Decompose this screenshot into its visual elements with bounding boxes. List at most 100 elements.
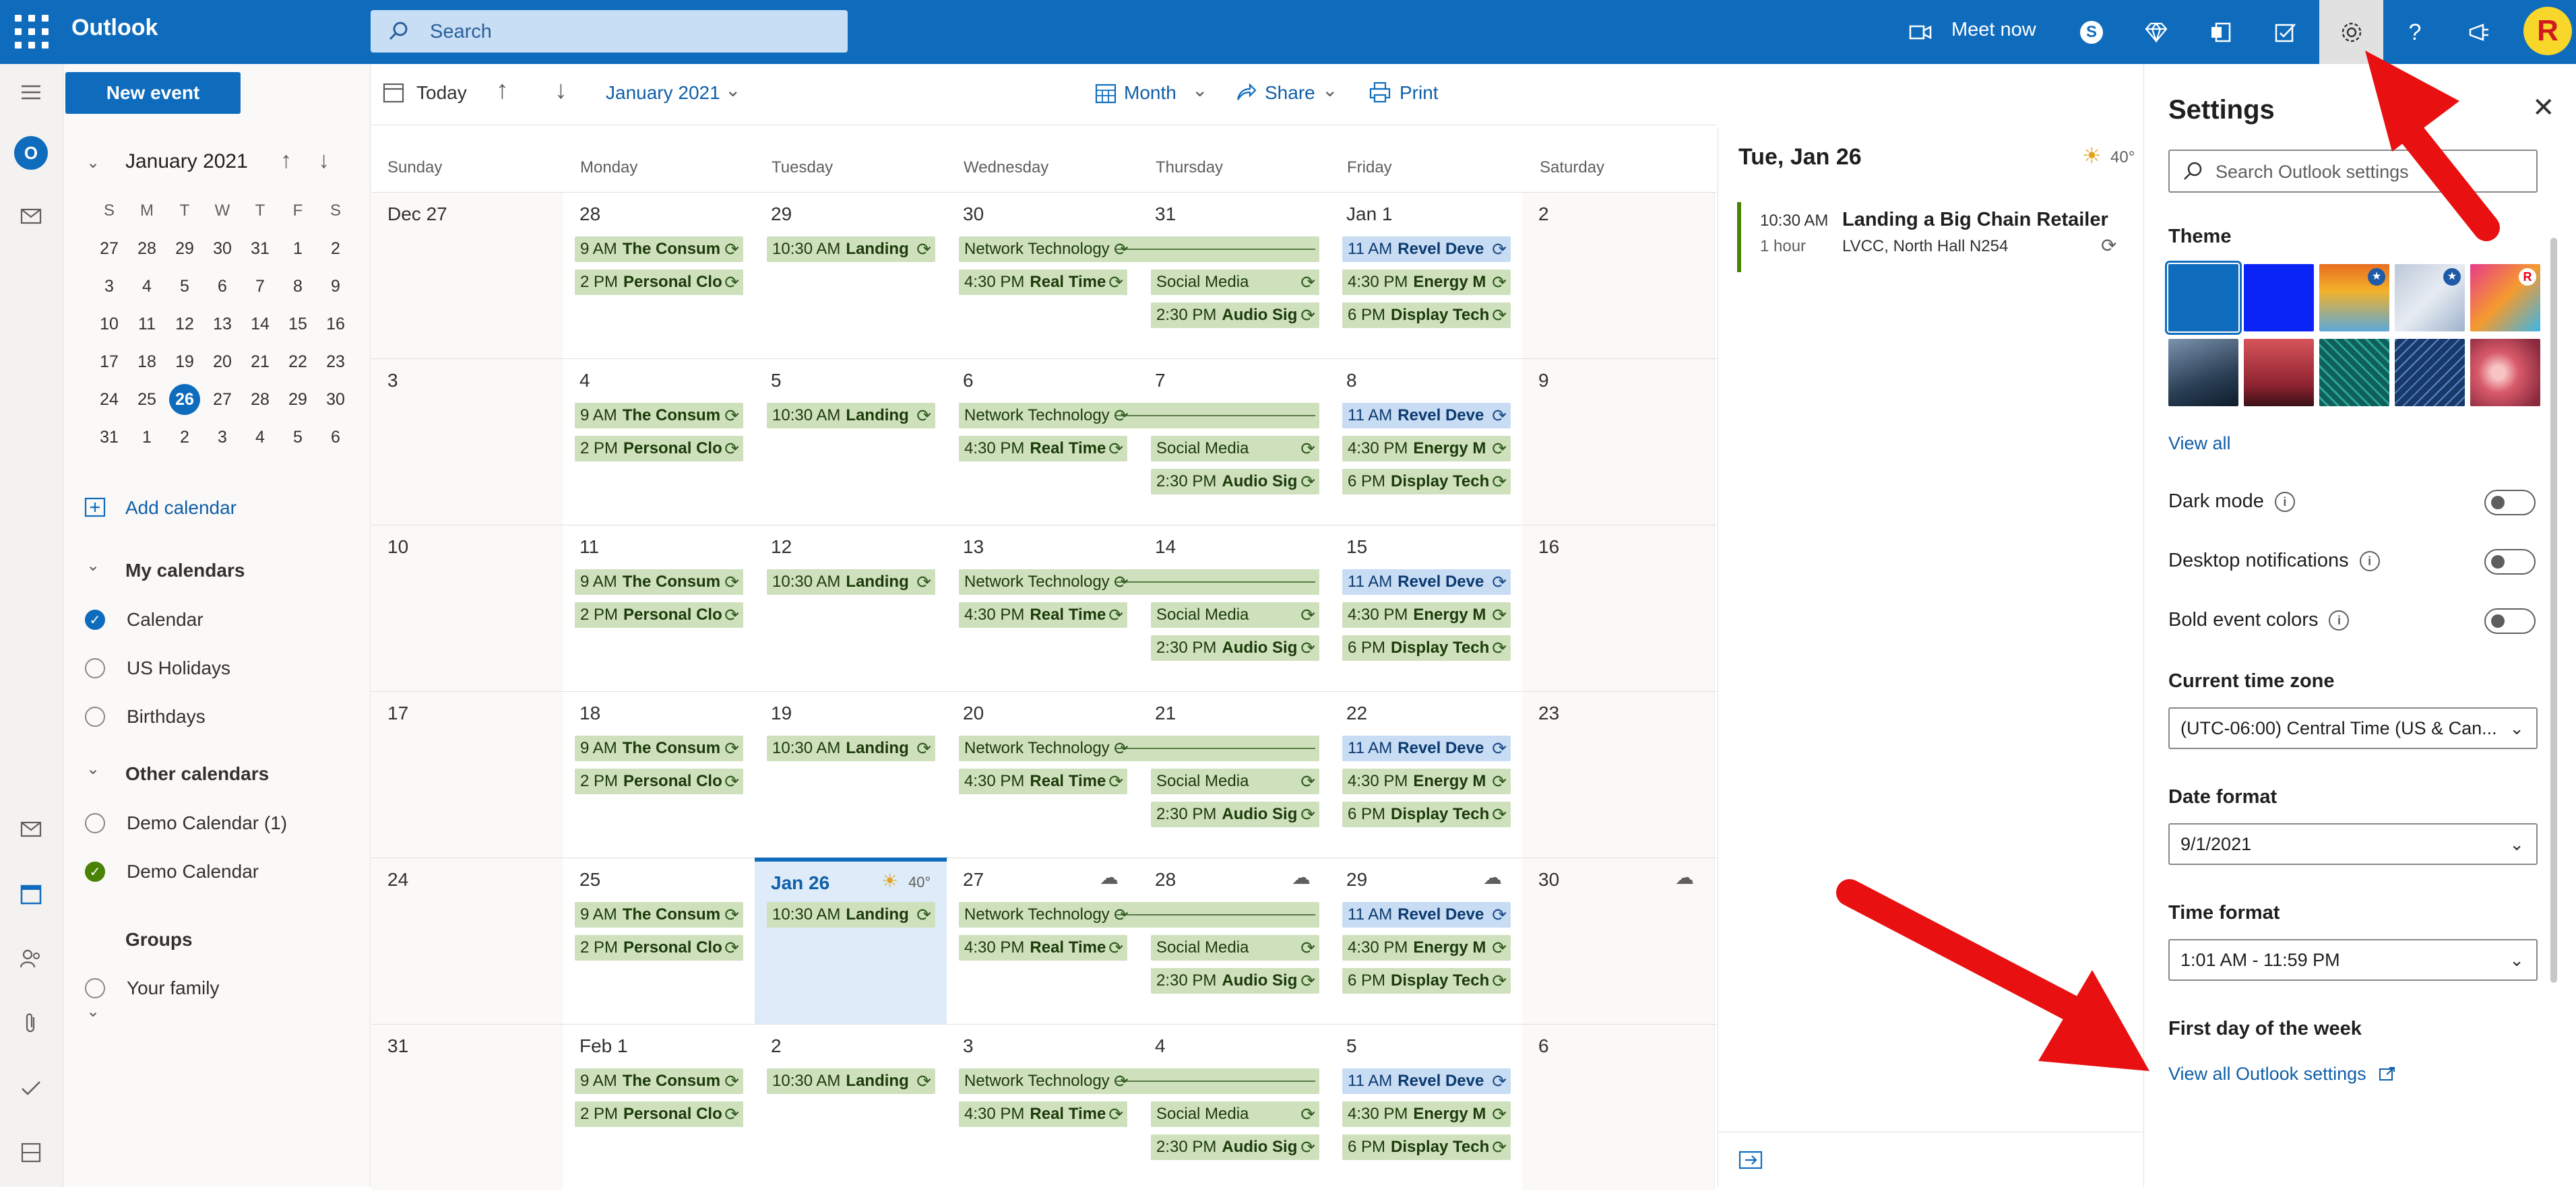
mini-calendar-day[interactable]: 31 [241, 239, 279, 259]
mini-calendar-day[interactable]: 26 [166, 384, 203, 415]
share-icon[interactable] [1235, 82, 1257, 102]
day-cell[interactable]: 23 [1522, 692, 1715, 858]
event-energy-m[interactable]: 4:30 PM Energy M ⟳ [1342, 935, 1511, 961]
mini-calendar-day[interactable]: 16 [317, 315, 354, 334]
theme-swatch-mountain[interactable] [2168, 339, 2238, 406]
mini-calendar-day[interactable]: 20 [203, 352, 241, 372]
event-landing[interactable]: 10:30 AM Landing ⟳ [767, 403, 935, 428]
attachment-icon[interactable] [13, 1006, 49, 1041]
event-display-tech[interactable]: 6 PM Display Tech ⟳ [1342, 469, 1511, 494]
feedback-megaphone-icon[interactable] [2461, 13, 2499, 51]
settings-scrollbar[interactable] [2550, 238, 2557, 983]
diamond-icon[interactable] [2137, 13, 2175, 51]
event-social-media[interactable]: Social Media ⟳ [1151, 269, 1319, 295]
day-cell[interactable]: 29 [755, 193, 947, 358]
day-cell[interactable]: 2 [1522, 193, 1715, 358]
dark-mode-toggle[interactable] [2484, 490, 2536, 515]
event-real-time[interactable]: 4:30 PM Real Time ⟳ [959, 436, 1127, 461]
mini-calendar-day[interactable]: 10 [90, 315, 128, 334]
mini-calendar-day[interactable]: 6 [317, 428, 354, 447]
event-landing[interactable]: 10:30 AM Landing ⟳ [767, 569, 935, 595]
settings-search-input[interactable]: Search Outlook settings [2168, 150, 2538, 193]
event-landing[interactable]: 10:30 AM Landing ⟳ [767, 236, 935, 262]
event-audio-sig[interactable]: 2:30 PM Audio Sig ⟳ [1151, 802, 1319, 827]
close-icon[interactable]: ✕ [2532, 92, 2555, 123]
event-energy-m[interactable]: 4:30 PM Energy M ⟳ [1342, 769, 1511, 794]
mini-calendar-day[interactable]: 9 [317, 277, 354, 296]
event-personal-clo[interactable]: 2 PM Personal Clo ⟳ [575, 769, 743, 794]
day-cell[interactable]: 12 [755, 525, 947, 691]
calendar-item-us-holidays[interactable]: US Holidays [85, 655, 230, 682]
unchecked-circle-icon[interactable] [85, 813, 105, 833]
calendar-item-birthdays[interactable]: Birthdays [85, 703, 206, 730]
chevron-down-icon[interactable]: ⌄ [1322, 79, 1338, 101]
event-network-technology[interactable]: Network Technology ⟳ [959, 736, 1319, 761]
mini-calendar-day[interactable]: 29 [279, 390, 317, 410]
time-zone-dropdown[interactable]: (UTC-06:00) Central Time (US & Can... ⌄ [2168, 707, 2538, 749]
add-calendar-link[interactable]: Add calendar [125, 497, 237, 519]
event-real-time[interactable]: 4:30 PM Real Time ⟳ [959, 769, 1127, 794]
print-icon[interactable] [1369, 81, 1391, 104]
day-cell[interactable]: 2 [755, 1025, 947, 1190]
skype-icon[interactable]: S [2073, 13, 2110, 51]
event-display-tech[interactable]: 6 PM Display Tech ⟳ [1342, 968, 1511, 994]
event-real-time[interactable]: 4:30 PM Real Time ⟳ [959, 1101, 1127, 1127]
mini-calendar-day[interactable]: 5 [279, 428, 317, 447]
event-revel-deve[interactable]: 11 AM Revel Deve ⟳ [1342, 403, 1511, 428]
event-display-tech[interactable]: 6 PM Display Tech ⟳ [1342, 635, 1511, 661]
theme-swatch-rainbow[interactable]: R [2470, 264, 2540, 331]
event-network-technology[interactable]: Network Technology ⟳ [959, 902, 1319, 928]
mini-calendar-day[interactable]: 25 [128, 390, 166, 410]
event-energy-m[interactable]: 4:30 PM Energy M ⟳ [1342, 436, 1511, 461]
event-network-technology[interactable]: Network Technology ⟳ [959, 569, 1319, 595]
my-calendars-header[interactable]: My calendars [125, 560, 245, 581]
mini-prev-arrow-icon[interactable]: ↑ [280, 148, 292, 174]
event-social-media[interactable]: Social Media ⟳ [1151, 602, 1319, 628]
event-display-tech[interactable]: 6 PM Display Tech ⟳ [1342, 302, 1511, 328]
event-real-time[interactable]: 4:30 PM Real Time ⟳ [959, 935, 1127, 961]
search-input[interactable]: Search [371, 10, 848, 53]
day-cell[interactable]: 6 [1522, 1025, 1715, 1190]
mini-calendar-day[interactable]: 30 [203, 239, 241, 259]
event-landing[interactable]: 10:30 AM Landing ⟳ [767, 1068, 935, 1094]
add-calendar-icon[interactable] [84, 495, 106, 518]
todo-icon[interactable] [2267, 13, 2304, 51]
event-landing[interactable]: 10:30 AM Landing ⟳ [767, 736, 935, 761]
hamburger-menu-icon[interactable] [13, 75, 49, 110]
outlook-logo-icon[interactable]: O [13, 135, 49, 170]
event-personal-clo[interactable]: 2 PM Personal Clo ⟳ [575, 436, 743, 461]
event-energy-m[interactable]: 4:30 PM Energy M ⟳ [1342, 1101, 1511, 1127]
event-energy-m[interactable]: 4:30 PM Energy M ⟳ [1342, 602, 1511, 628]
mini-calendar-day[interactable]: 14 [241, 315, 279, 334]
event-revel-deve[interactable]: 11 AM Revel Deve ⟳ [1342, 736, 1511, 761]
checkmark-icon[interactable]: ✓ [85, 862, 105, 882]
event-network-technology[interactable]: Network Technology ⟳ [959, 236, 1319, 262]
day-cell[interactable]: 17 [371, 692, 564, 858]
calendar-item-demo-calendar-1[interactable]: Demo Calendar (1) [85, 810, 287, 837]
mini-calendar-day[interactable]: 27 [203, 390, 241, 410]
view-switcher[interactable]: Month [1124, 82, 1176, 104]
day-cell[interactable]: 16 [1522, 525, 1715, 691]
people-icon[interactable] [13, 941, 49, 976]
mail-send-icon[interactable] [13, 199, 49, 234]
app-launcher-icon[interactable] [15, 15, 49, 49]
info-icon[interactable]: i [2329, 610, 2350, 631]
mini-calendar-day[interactable]: 3 [90, 277, 128, 296]
mini-calendar-day[interactable]: 17 [90, 352, 128, 372]
event-the-consum[interactable]: 9 AM The Consum ⟳ [575, 1068, 743, 1094]
mini-calendar-day[interactable]: 4 [241, 428, 279, 447]
info-icon[interactable]: i [2274, 491, 2295, 512]
meet-now-button[interactable]: Meet now [1951, 19, 2036, 41]
view-all-outlook-settings-link[interactable]: View all Outlook settings [2168, 1064, 2396, 1085]
theme-swatch-circuit[interactable] [2319, 339, 2389, 406]
mini-next-arrow-icon[interactable]: ↓ [318, 148, 329, 174]
day-cell[interactable]: 31 [371, 1025, 564, 1190]
event-audio-sig[interactable]: 2:30 PM Audio Sig ⟳ [1151, 635, 1319, 661]
mini-calendar-day[interactable]: 12 [166, 315, 203, 334]
event-revel-deve[interactable]: 11 AM Revel Deve ⟳ [1342, 1068, 1511, 1094]
mini-calendar-day[interactable]: 22 [279, 352, 317, 372]
theme-swatch-pattern[interactable] [2395, 339, 2465, 406]
theme-swatch-sunset[interactable]: ★ [2319, 264, 2389, 331]
next-arrow-icon[interactable]: ↓ [555, 76, 567, 105]
date-format-dropdown[interactable]: 9/1/2021 ⌄ [2168, 823, 2538, 865]
